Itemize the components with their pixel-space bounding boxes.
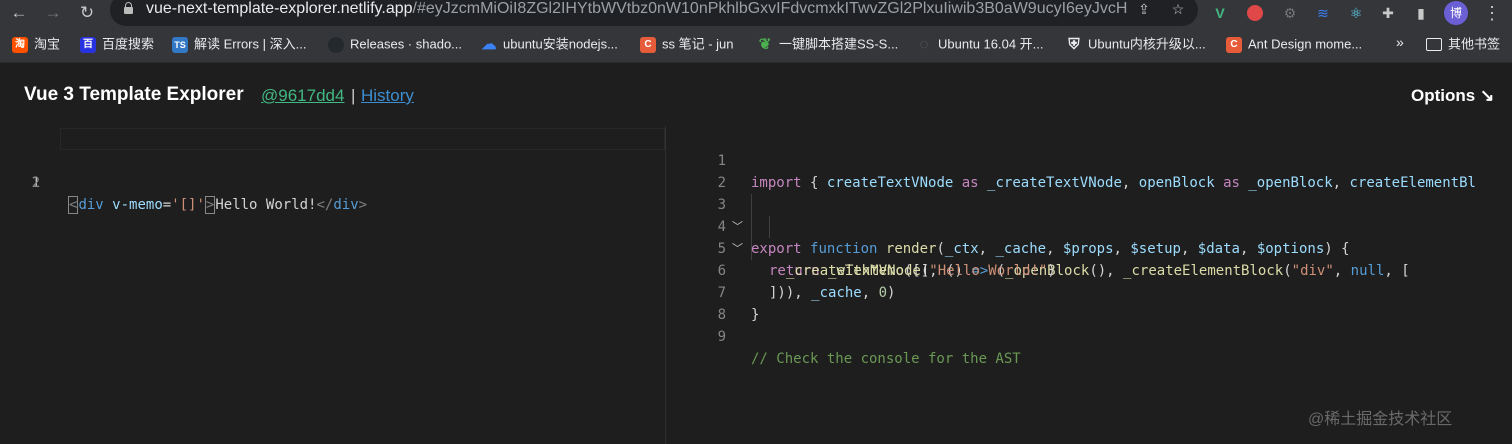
browser-menu-icon[interactable]: ⋮ xyxy=(1482,2,1502,24)
history-link[interactable]: History xyxy=(361,85,414,107)
bookmarks-overflow-button[interactable]: » xyxy=(1396,34,1404,50)
bookmarks-bar: 淘淘宝 百百度搜索 TS 解读 Errors | 深入... Releases ·… xyxy=(0,26,1512,63)
current-line-highlight xyxy=(60,128,665,150)
side-panel-icon[interactable]: ▮ xyxy=(1411,3,1431,23)
editor-line: 5 _createTextVNode("Hello World!") xyxy=(666,216,1512,279)
forward-arrow-icon[interactable]: → xyxy=(42,2,64,24)
puzzle-extensions-icon[interactable]: ✚ xyxy=(1378,3,1398,23)
editor-line: 7 } xyxy=(666,260,1512,323)
editor-line: 1 <div v-memo='[]'>Hello World!</div> xyxy=(0,128,665,214)
csdn-icon: C xyxy=(1226,36,1242,53)
code-text: // Check the console for the AST xyxy=(751,351,1021,367)
output-editor[interactable]: 1 import { createTextVNode as _createTex… xyxy=(666,126,1512,444)
record-extension-icon[interactable] xyxy=(1247,5,1263,21)
leaf-icon: ❦ xyxy=(758,35,772,53)
profile-avatar[interactable]: 博 xyxy=(1444,1,1468,25)
bookmark-star-icon[interactable]: ☆ xyxy=(1168,0,1188,20)
editor-line: 1 import { createTextVNode as _createTex… xyxy=(666,128,1512,191)
other-bookmarks-folder[interactable]: 其他书签 xyxy=(1426,35,1500,53)
line-number: 9 xyxy=(717,329,726,345)
folder-icon xyxy=(1426,38,1442,52)
react-devtools-icon[interactable]: ⚛ xyxy=(1346,3,1366,23)
cloud-icon: ☁ xyxy=(481,35,497,53)
line-number: 2 xyxy=(31,175,40,191)
editor-line: 9 // Check the console for the AST xyxy=(666,304,1512,367)
layers-extension-icon[interactable]: ≋ xyxy=(1313,3,1333,23)
csdn-icon: C xyxy=(640,36,656,53)
editor-line: 2 xyxy=(0,150,665,191)
app-header: Vue 3 Template Explorer @9617dd4 | Histo… xyxy=(0,63,1512,125)
options-button[interactable]: Options ↘ xyxy=(1411,85,1494,107)
bookmark-item[interactable]: ◌ Ubuntu 16.04 开... xyxy=(916,35,1044,53)
template-editor[interactable]: 1 <div v-memo='[]'>Hello World!</div> 2 xyxy=(0,126,665,444)
header-separator: | xyxy=(351,86,356,105)
page-title: Vue 3 Template Explorer xyxy=(24,84,244,105)
bookmark-item[interactable]: Releases · shado... xyxy=(328,35,462,53)
editor-line: 3 ﹀ export function render(_ctx, _cache,… xyxy=(666,172,1512,257)
taobao-icon: 淘 xyxy=(12,36,28,53)
typescript-icon: TS xyxy=(172,36,188,53)
watermark: @稀土掘金技术社区 xyxy=(1308,411,1453,428)
bookmark-item[interactable]: ⛨ Ubuntu内核升级以... xyxy=(1066,35,1205,53)
bookmark-item[interactable]: C Ant Design mome... xyxy=(1226,35,1362,53)
gear-extension-icon[interactable]: ⚙ xyxy=(1280,3,1300,23)
bookmark-item[interactable]: ☁ ubuntu安装nodejs... xyxy=(481,35,618,53)
editor-line: 4 ﹀ return _withMemo([], () => (_openBlo… xyxy=(666,194,1512,279)
url-host: vue-next-template-explorer.netlify.app xyxy=(146,0,413,17)
bookmark-item[interactable]: 百百度搜索 xyxy=(80,35,154,53)
bookmark-item[interactable]: TS 解读 Errors | 深入... xyxy=(172,35,306,53)
editor-line: 6 ])), _cache, 0) xyxy=(666,238,1512,301)
editor-line: 2 xyxy=(666,150,1512,191)
reload-icon[interactable]: ↻ xyxy=(76,2,98,24)
vue-devtools-icon[interactable]: V xyxy=(1210,3,1230,23)
commit-link[interactable]: @9617dd4 xyxy=(261,85,344,107)
editor-line: 8 xyxy=(666,282,1512,323)
bookmark-item[interactable]: 淘淘宝 xyxy=(12,35,60,53)
lock-icon xyxy=(124,2,133,14)
code-text: <div v-memo='[]'>Hello World!</div> xyxy=(68,196,368,214)
back-arrow-icon[interactable]: ← xyxy=(8,2,30,24)
bookmark-item[interactable]: Css 笔记 - jun xyxy=(640,35,734,53)
bookmark-item[interactable]: ❦ 一键脚本搭建SS-S... xyxy=(757,35,898,53)
url-path: /#eyJzcmMiOiI8ZGl2IHYtbWVtbz0nW10nPkhlbG… xyxy=(412,0,1128,17)
shield-icon: ⛨ xyxy=(1068,35,1080,53)
share-icon[interactable]: ⇪ xyxy=(1134,0,1154,20)
address-bar[interactable]: vue-next-template-explorer.netlify.app/#… xyxy=(110,0,1198,26)
url-text[interactable]: vue-next-template-explorer.netlify.app/#… xyxy=(146,0,1146,19)
github-icon xyxy=(328,36,344,53)
baidu-icon: 百 xyxy=(80,36,96,53)
spinner-icon: ◌ xyxy=(919,35,929,53)
browser-toolbar: ← → ↻ vue-next-template-explorer.netlify… xyxy=(0,0,1512,26)
